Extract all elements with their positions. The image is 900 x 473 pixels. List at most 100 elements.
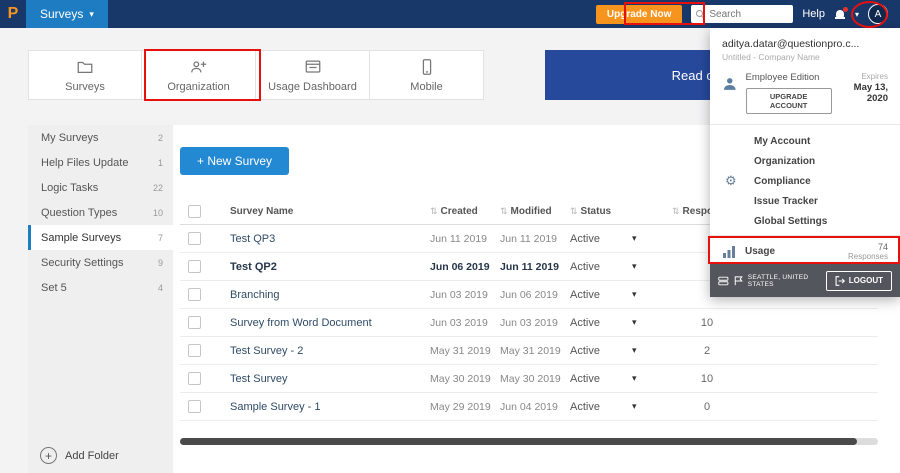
status-value: Active: [570, 400, 600, 413]
menu-item-my-account[interactable]: My Account: [710, 131, 900, 151]
survey-name-link[interactable]: Test QP3: [230, 233, 430, 245]
status-value: Active: [570, 288, 600, 301]
mobile-phone-icon: [422, 58, 431, 75]
status-dropdown-caret-icon[interactable]: ▾: [632, 233, 672, 244]
sidebar-item-logic-tasks[interactable]: Logic Tasks 22: [28, 175, 173, 200]
modified-date: Jun 06 2019: [500, 288, 558, 301]
sidebar-item-security-settings[interactable]: Security Settings 9: [28, 250, 173, 275]
modified-date: Jun 04 2019: [500, 400, 558, 413]
sidebar-item-label: Sample Surveys: [41, 231, 122, 244]
status-dropdown-caret-icon[interactable]: ▾: [632, 261, 672, 272]
select-all-checkbox[interactable]: [188, 205, 201, 218]
usage-value: 74: [877, 242, 888, 252]
sort-icon[interactable]: ⇅: [570, 206, 578, 216]
upgrade-account-button[interactable]: UPGRADE ACCOUNT: [745, 88, 832, 114]
tab-mobile[interactable]: Mobile: [370, 50, 484, 100]
notifications-bell-icon[interactable]: [834, 7, 848, 20]
upgrade-now-button[interactable]: Upgrade Now: [595, 4, 683, 24]
modified-date: Jun 11 2019: [500, 260, 559, 273]
modified-date: Jun 11 2019: [500, 232, 558, 245]
tab-organization[interactable]: Organization: [142, 50, 256, 100]
survey-name-link[interactable]: Branching: [230, 289, 430, 301]
survey-name-link[interactable]: Test QP2: [230, 261, 430, 273]
sidebar-item-question-types[interactable]: Question Types 10: [28, 200, 173, 225]
sidebar-item-help-files-update[interactable]: Help Files Update 1: [28, 150, 173, 175]
survey-name-link[interactable]: Test Survey - 2: [230, 345, 430, 357]
column-header-status[interactable]: ⇅ Status: [570, 206, 632, 217]
sidebar-item-label: Security Settings: [41, 256, 124, 269]
row-checkbox[interactable]: [188, 288, 201, 301]
row-checkbox[interactable]: [188, 316, 201, 329]
help-link[interactable]: Help: [802, 8, 825, 20]
person-icon: [723, 78, 736, 90]
menu-item-organization[interactable]: Organization: [710, 151, 900, 171]
sidebar: My Surveys 2 Help Files Update 1 Logic T…: [28, 125, 173, 473]
row-checkbox[interactable]: [188, 344, 201, 357]
sidebar-item-count: 9: [157, 257, 163, 268]
row-checkbox[interactable]: [188, 260, 201, 273]
add-folder-label: Add Folder: [65, 449, 119, 462]
column-header-created[interactable]: ⇅ Created: [430, 206, 500, 217]
sidebar-item-count: 22: [152, 182, 163, 193]
datacenter-location: SEATTLE, UNITED STATES: [747, 273, 809, 288]
user-menu-header: aditya.datar@questionpro.c... Untitled -…: [710, 28, 900, 66]
sidebar-item-set-5[interactable]: Set 5 4: [28, 275, 173, 300]
column-header-survey-name[interactable]: Survey Name: [230, 206, 430, 217]
expires-label: Expires: [861, 72, 888, 81]
row-checkbox[interactable]: [188, 372, 201, 385]
tab-label: Mobile: [410, 80, 443, 93]
chevron-down-icon[interactable]: ▾: [855, 10, 859, 19]
edition-label: Employee Edition: [745, 72, 820, 83]
created-date: Jun 11 2019: [430, 232, 488, 245]
survey-name-link[interactable]: Survey from Word Document: [230, 317, 430, 329]
horizontal-scrollbar[interactable]: [180, 438, 878, 445]
sort-icon[interactable]: ⇅: [672, 206, 680, 216]
search-box[interactable]: [691, 5, 794, 23]
row-checkbox[interactable]: [188, 400, 201, 413]
notification-badge: [842, 7, 848, 12]
tab-surveys[interactable]: Surveys: [28, 50, 142, 100]
column-header-modified[interactable]: ⇅ Modified: [500, 206, 570, 217]
logout-button[interactable]: LOGOUT: [825, 270, 892, 291]
sidebar-item-label: Logic Tasks: [41, 181, 99, 194]
user-avatar[interactable]: A: [868, 4, 888, 24]
responses-count: 2: [703, 344, 711, 357]
dashboard-icon: [305, 60, 320, 73]
table-row: Test Survey - 2 May 31 2019 May 31 2019 …: [180, 337, 878, 365]
status-dropdown-caret-icon[interactable]: ▾: [632, 317, 672, 328]
sort-icon[interactable]: ⇅: [430, 206, 438, 216]
edition-column: Employee Edition UPGRADE ACCOUNT: [745, 72, 832, 114]
sidebar-item-my-surveys[interactable]: My Surveys 2: [28, 125, 173, 150]
sidebar-item-label: Help Files Update: [41, 156, 129, 169]
survey-name-link[interactable]: Sample Survey - 1: [230, 401, 430, 413]
menu-item-global-settings[interactable]: Global Settings: [710, 211, 900, 231]
modified-date: May 31 2019: [500, 344, 561, 357]
folder-icon: [77, 61, 93, 73]
survey-name-link[interactable]: Test Survey: [230, 373, 430, 385]
status-dropdown-caret-icon[interactable]: ▾: [632, 345, 672, 356]
row-checkbox[interactable]: [188, 232, 201, 245]
chevron-down-icon: ▾: [89, 8, 94, 19]
account-section: Employee Edition UPGRADE ACCOUNT Expires…: [710, 66, 900, 125]
user-menu-items: My Account Organization ⚙ Compliance Iss…: [710, 125, 900, 235]
sidebar-item-count: 2: [157, 132, 163, 143]
sort-icon[interactable]: ⇅: [500, 206, 508, 216]
tab-usage-dashboard[interactable]: Usage Dashboard: [256, 50, 370, 100]
usage-row[interactable]: Usage 74 Responses: [710, 235, 900, 267]
add-folder-button[interactable]: + Add Folder: [40, 447, 119, 464]
scrollbar-thumb[interactable]: [180, 438, 858, 445]
bar-chart-icon: [723, 246, 735, 258]
status-dropdown-caret-icon[interactable]: ▾: [632, 373, 672, 384]
tab-label: Surveys: [65, 80, 105, 93]
new-survey-button[interactable]: + New Survey: [180, 147, 290, 175]
surveys-product-menu[interactable]: Surveys ▾: [26, 0, 108, 28]
menu-item-compliance[interactable]: ⚙ Compliance: [710, 171, 900, 191]
status-dropdown-caret-icon[interactable]: ▾: [632, 401, 672, 412]
status-dropdown-caret-icon[interactable]: ▾: [632, 289, 672, 300]
created-date: May 29 2019: [430, 400, 491, 413]
status-value: Active: [570, 372, 600, 385]
search-input[interactable]: [709, 8, 788, 20]
status-value: Active: [570, 344, 600, 357]
sidebar-item-sample-surveys[interactable]: Sample Surveys 7: [28, 225, 173, 250]
menu-item-issue-tracker[interactable]: Issue Tracker: [710, 191, 900, 211]
